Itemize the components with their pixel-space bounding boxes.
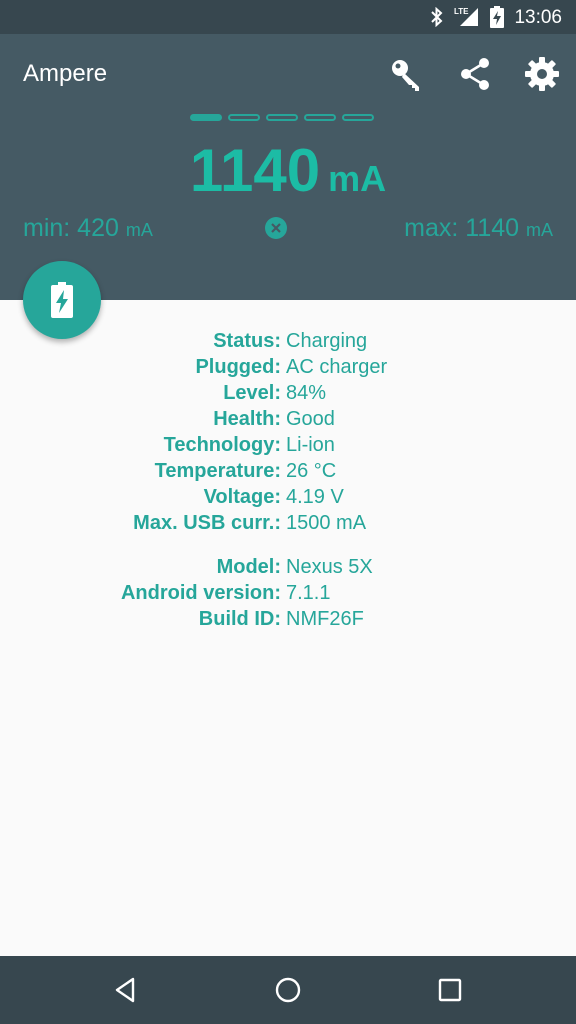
info-label: Build ID:	[198, 607, 281, 630]
app-title: Ampere	[23, 60, 108, 87]
max-reading: max: 1140 mA	[404, 214, 553, 243]
info-label: Model:	[216, 555, 281, 578]
info-row: Android version: 7.1.1	[0, 580, 576, 606]
info-value: AC charger	[286, 355, 388, 378]
info-value: 1500 mA	[286, 511, 367, 534]
page-indicator[interactable]	[190, 114, 374, 121]
info-value: 7.1.1	[286, 581, 331, 604]
current-reading: 1140 mA	[0, 136, 576, 205]
info-value: Charging	[286, 329, 368, 352]
battery-charging-icon	[490, 6, 504, 33]
info-row: Status: Charging	[0, 328, 576, 354]
info-label: Android version:	[120, 581, 281, 604]
info-value: 84%	[286, 381, 327, 404]
info-value: Li-ion	[286, 433, 335, 456]
max-unit: mA	[526, 220, 553, 240]
device-info-section: Model: Nexus 5X Android version: 7.1.1 Build…	[0, 554, 576, 632]
info-row: Build ID: NMF26F	[0, 606, 576, 632]
info-label: Temperature:	[154, 459, 281, 482]
clock: 13:06	[514, 7, 562, 28]
key-icon[interactable]	[387, 54, 427, 94]
back-icon[interactable]	[106, 970, 146, 1010]
battery-info-section: Status: Charging Plugged: AC charger Level: 8…	[0, 328, 576, 536]
settings-icon[interactable]	[522, 54, 562, 94]
info-value: Good	[286, 407, 335, 430]
info-label: Health:	[213, 407, 281, 430]
info-row: Max. USB curr.: 1500 mA	[0, 510, 576, 536]
info-row: Health: Good	[0, 406, 576, 432]
share-icon[interactable]	[455, 54, 495, 94]
cellular-signal-icon: LTE	[454, 6, 480, 33]
info-label: Voltage:	[203, 485, 281, 508]
info-label: Level:	[223, 381, 281, 404]
navigation-bar	[0, 956, 576, 1024]
home-icon[interactable]	[268, 970, 308, 1010]
current-value: 1140	[189, 137, 321, 204]
network-type-label: LTE	[454, 7, 469, 16]
status-bar: LTE 13:06	[0, 0, 576, 34]
info-row: Plugged: AC charger	[0, 354, 576, 380]
screen: LTE 13:06 Ampere 1140 mA min: 420 mA max…	[0, 0, 576, 1024]
min-unit: mA	[125, 220, 153, 240]
info-list: Status: Charging Plugged: AC charger Level: 8…	[0, 328, 576, 632]
info-label: Technology:	[163, 433, 281, 456]
page-dot[interactable]	[266, 114, 298, 121]
page-dot[interactable]	[304, 114, 336, 121]
battery-charging-icon	[51, 282, 73, 318]
max-value: max: 1140	[404, 214, 520, 242]
battery-fab-button[interactable]	[23, 261, 101, 339]
reset-minmax-button[interactable]	[265, 217, 287, 239]
info-row: Voltage: 4.19 V	[0, 484, 576, 510]
page-dot[interactable]	[342, 114, 374, 121]
info-value: Nexus 5X	[286, 555, 373, 578]
info-label: Plugged:	[195, 355, 281, 378]
info-value: 4.19 V	[286, 485, 344, 508]
page-dot[interactable]	[190, 114, 222, 121]
bluetooth-icon	[430, 6, 444, 32]
info-label: Max. USB curr.:	[133, 511, 281, 534]
recents-icon[interactable]	[430, 970, 470, 1010]
min-value: min: 420	[23, 214, 119, 242]
info-row: Temperature: 26 °C	[0, 458, 576, 484]
close-icon	[271, 223, 281, 233]
current-unit: mA	[328, 158, 387, 199]
info-value: 26 °C	[286, 459, 337, 482]
info-row: Level: 84%	[0, 380, 576, 406]
min-reading: min: 420 mA	[23, 214, 153, 243]
info-row: Model: Nexus 5X	[0, 554, 576, 580]
page-dot[interactable]	[228, 114, 260, 121]
info-row: Technology: Li-ion	[0, 432, 576, 458]
info-value: NMF26F	[286, 607, 364, 630]
header: Ampere 1140 mA min: 420 mA max: 1140 mA	[0, 34, 576, 300]
